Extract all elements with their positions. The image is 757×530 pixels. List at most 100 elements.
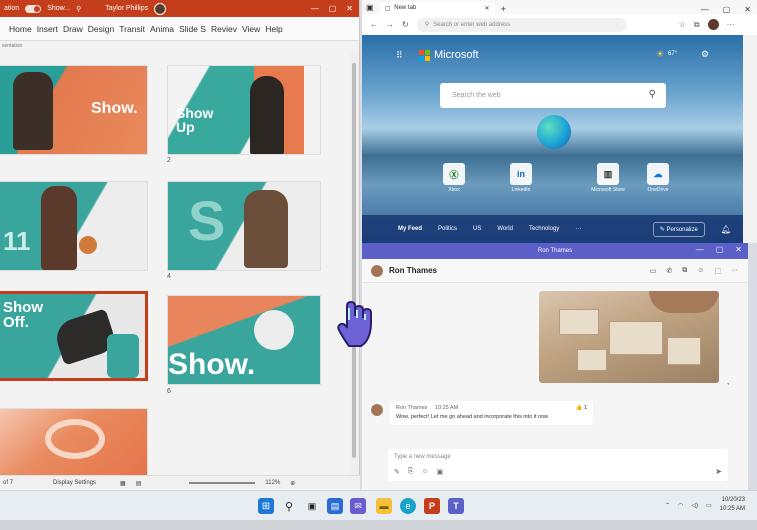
gif-icon[interactable]: ▣ — [437, 468, 444, 476]
feed-tab-politics[interactable]: Politics — [438, 226, 457, 232]
slide-thumbnail[interactable]: Show. — [167, 295, 321, 385]
quick-link-linkedin[interactable]: in LinkedIn — [501, 163, 541, 193]
feed-tab-world[interactable]: World — [497, 226, 513, 232]
audio-call-icon[interactable]: ✆ — [666, 267, 672, 275]
powerpoint-taskbar-icon[interactable]: P — [424, 498, 440, 514]
slide-scrollbar[interactable] — [349, 51, 359, 475]
slide-thumbnail[interactable]: S — [167, 181, 321, 271]
display-settings-button[interactable]: Display Settings — [53, 480, 96, 486]
weather-temp[interactable]: 67° — [668, 51, 677, 57]
slide-thumbnail[interactable] — [0, 408, 148, 475]
apps-grid-icon[interactable]: ⠿ — [396, 50, 403, 61]
avatar[interactable] — [154, 2, 167, 15]
tab-close-icon[interactable]: ✕ — [485, 5, 490, 12]
new-tab-icon[interactable]: + — [501, 4, 506, 14]
quick-link-microsoft-store[interactable]: ▥ Microsoft Store — [580, 163, 636, 193]
tab-home[interactable]: Home — [9, 24, 32, 34]
tab-animations[interactable]: Anima — [150, 24, 174, 34]
address-bar[interactable]: ⚲ Search or enter web address — [416, 17, 627, 32]
avatar[interactable] — [707, 19, 719, 30]
search-icon[interactable]: ⚲ — [281, 498, 297, 514]
back-icon[interactable]: ← — [370, 20, 378, 29]
emoji-icon[interactable]: ☺ — [421, 468, 428, 476]
shared-image[interactable] — [539, 291, 719, 383]
file-explorer-icon[interactable]: ▬ — [376, 498, 392, 514]
clock[interactable]: 10/20/23 10:25 AM — [720, 496, 745, 514]
widgets-icon[interactable]: ▤ — [327, 498, 343, 514]
sorter-view-icon[interactable]: ▤ — [136, 480, 142, 487]
settings-icon[interactable]: ⚙ — [701, 49, 709, 60]
forward-icon[interactable]: → — [386, 20, 394, 29]
compose-box[interactable]: Type a new message ✎ ⎘ ☺ ▣ ➤ — [388, 449, 728, 481]
powerpoint-window: ation On Show... ⚲ Taylor Phillips — ▢ ✕… — [0, 0, 360, 490]
start-icon[interactable]: ⊞ — [258, 498, 274, 514]
teams-icon[interactable]: T — [448, 498, 464, 514]
maximize-icon[interactable]: ▢ — [329, 4, 337, 13]
minimize-icon[interactable]: — — [311, 4, 319, 13]
chat-icon[interactable]: ✉ — [350, 498, 366, 514]
feed-tab-more[interactable]: ··· — [575, 226, 581, 232]
tab-transitions[interactable]: Transit — [119, 24, 145, 34]
feed-tab-technology[interactable]: Technology — [529, 226, 559, 232]
refresh-icon[interactable]: ↻ — [402, 20, 409, 29]
fit-slide-icon[interactable]: ⊕ — [290, 480, 295, 487]
share-screen-icon[interactable]: ⧉ — [682, 267, 687, 275]
close-icon[interactable]: ✕ — [735, 245, 742, 254]
tab-slideshow[interactable]: Slide S — [179, 24, 206, 34]
search-box[interactable]: Search the web ⚲ — [440, 83, 666, 108]
tab-help[interactable]: Help — [265, 24, 282, 34]
slide-thumbnail[interactable]: 11 — [0, 181, 148, 271]
quick-link-xbox[interactable]: Ⓧ Xbox — [434, 163, 474, 193]
tab-draw[interactable]: Draw — [63, 24, 83, 34]
feed-tab-my-feed[interactable]: My Feed — [398, 226, 422, 232]
avatar[interactable] — [370, 263, 384, 278]
search-icon[interactable]: ⚲ — [649, 89, 656, 100]
notifications-icon[interactable]: 🔔︎ — [721, 225, 731, 234]
minimize-icon[interactable]: — — [701, 5, 709, 14]
tab-insert[interactable]: Insert — [37, 24, 58, 34]
maximize-icon[interactable]: ▢ — [723, 5, 731, 14]
task-view-icon[interactable]: ▣ — [304, 498, 320, 514]
favorites-icon[interactable]: ☆ — [679, 20, 686, 29]
reaction-icon[interactable]: ◔ — [726, 382, 730, 388]
edge-scrollbar[interactable] — [743, 35, 757, 243]
send-icon[interactable]: ➤ — [715, 467, 722, 476]
tab-review[interactable]: Reviev — [211, 24, 237, 34]
quick-link-onedrive[interactable]: ☁ OneDrive — [638, 163, 678, 193]
collections-icon[interactable]: ⧉ — [694, 20, 700, 30]
people-icon[interactable]: ☺ — [697, 267, 704, 275]
format-icon[interactable]: ✎ — [394, 468, 400, 476]
zoom-slider[interactable] — [189, 482, 256, 484]
minimize-icon[interactable]: — — [696, 245, 704, 254]
chevron-up-icon[interactable]: ⌃ — [665, 502, 670, 509]
slide-thumbnail[interactable]: Show Up — [167, 65, 321, 155]
autosave-toggle[interactable] — [25, 4, 42, 13]
tab-view[interactable]: View — [242, 24, 260, 34]
wifi-icon[interactable]: ◠ — [678, 502, 683, 509]
more-icon[interactable]: ··· — [727, 20, 735, 29]
tab-actions-icon[interactable]: ▣ — [366, 3, 374, 12]
personalize-button[interactable]: ✎ Personalize — [652, 221, 705, 237]
normal-view-icon[interactable]: ▦ — [120, 480, 126, 487]
browser-tab[interactable]: ▢ New tab ✕ — [379, 2, 495, 14]
popout-icon[interactable]: ⬚ — [714, 267, 721, 275]
battery-icon[interactable]: ▭ — [706, 502, 712, 509]
maximize-icon[interactable]: ▢ — [716, 245, 724, 254]
slide-thumbnail-selected[interactable]: Show Off. — [0, 291, 148, 381]
edge-icon[interactable]: e — [400, 498, 416, 514]
attach-icon[interactable]: ⎘ — [408, 468, 414, 476]
slide-thumbnail[interactable]: Show. — [0, 65, 148, 155]
feed-tab-us[interactable]: US — [473, 226, 481, 232]
more-icon[interactable]: ··· — [731, 267, 738, 275]
weather-icon[interactable]: ☀ — [656, 49, 664, 60]
message-bubble[interactable]: Ron Thames 10:25 AM 👍 1 Wow, perfect! Le… — [390, 401, 594, 425]
tab-design[interactable]: Design — [88, 24, 114, 34]
zoom-level[interactable]: 112% — [265, 480, 280, 486]
close-icon[interactable]: ✕ — [346, 4, 353, 13]
speaker-icon[interactable]: ◁) — [691, 502, 698, 509]
search-icon[interactable]: ⚲ — [76, 5, 81, 13]
video-call-icon[interactable]: ▭ — [650, 267, 657, 275]
close-icon[interactable]: ✕ — [744, 5, 751, 14]
message-reaction[interactable]: 👍 1 — [576, 405, 587, 411]
file-name[interactable]: Show... — [47, 5, 70, 12]
